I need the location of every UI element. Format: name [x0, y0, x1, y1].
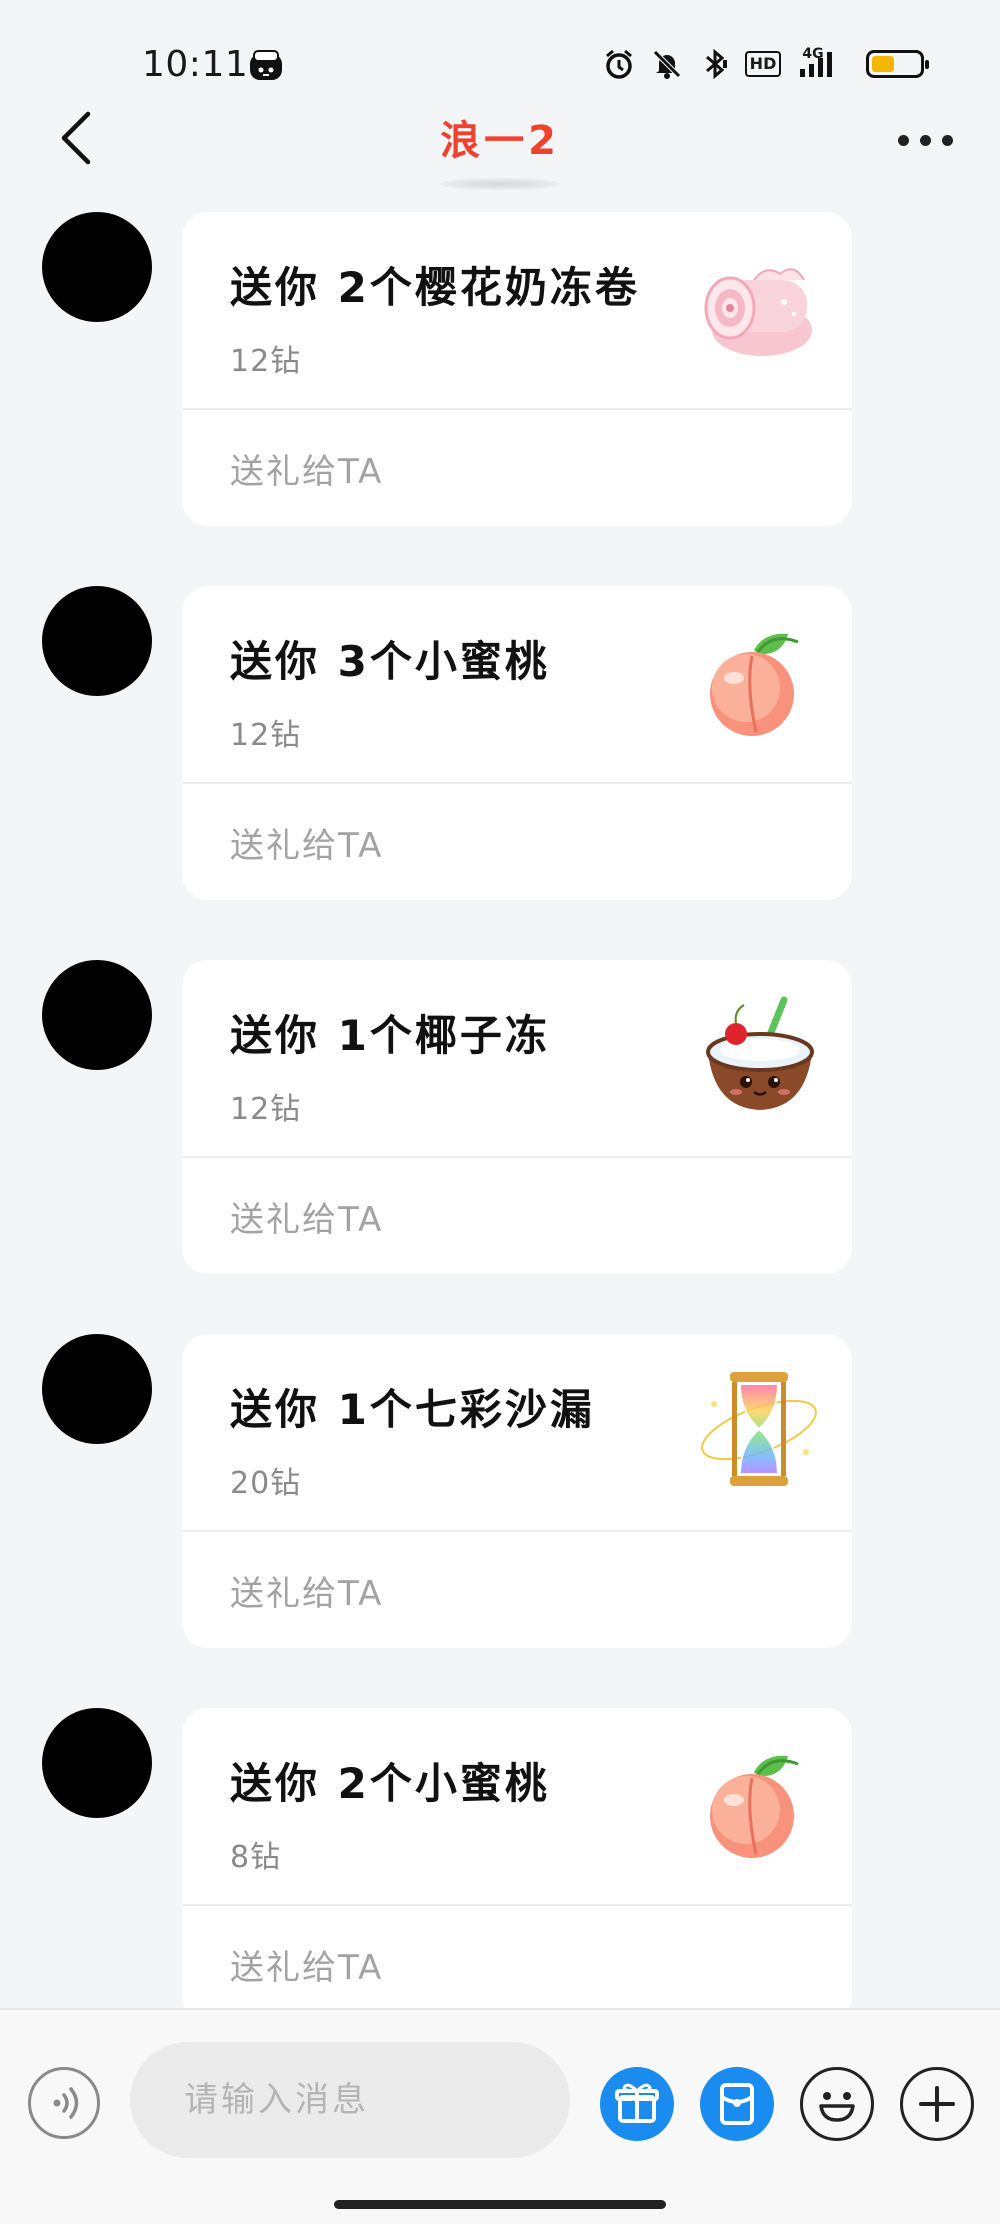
send-gift-button[interactable]: 送礼给TA	[182, 410, 852, 526]
app-notification-icon	[248, 48, 284, 84]
gift-title: 送你 1个七彩沙漏	[230, 1385, 595, 1434]
mute-bell-icon	[650, 48, 684, 80]
peach-icon	[694, 1738, 824, 1868]
alarm-icon	[602, 48, 636, 80]
red-packet-button[interactable]	[700, 2067, 774, 2141]
voice-button[interactable]	[28, 2067, 100, 2139]
gift-card[interactable]: 送你 1个七彩沙漏 20钻 送礼给TA	[182, 1334, 852, 1648]
gift-price: 20钻	[230, 1466, 302, 1501]
rainbow-hourglass-icon	[694, 1364, 824, 1494]
send-gift-button[interactable]: 送礼给TA	[182, 1906, 852, 2022]
gift-title: 送你 3个小蜜桃	[230, 637, 550, 686]
input-bar	[0, 2008, 1000, 2224]
message-input[interactable]	[130, 2042, 570, 2158]
status-icons: HD 4G	[602, 46, 930, 80]
gift-title: 送你 2个樱花奶冻卷	[230, 263, 640, 312]
avatar[interactable]	[42, 1708, 152, 1818]
voice-icon	[53, 2087, 79, 2119]
page-title: 浪一2	[440, 118, 560, 164]
gift-card[interactable]: 送你 3个小蜜桃 12钻 送礼给TA	[182, 586, 852, 900]
avatar[interactable]	[42, 586, 152, 696]
status-time: 10:11	[142, 44, 249, 85]
more-button[interactable]	[890, 120, 960, 160]
gift-price: 8钻	[230, 1840, 282, 1875]
more-actions-button[interactable]	[900, 2067, 974, 2141]
emoji-button[interactable]	[800, 2067, 874, 2141]
gift-price: 12钻	[230, 718, 302, 753]
send-gift-button[interactable]: 送礼给TA	[182, 1532, 852, 1648]
gift-button[interactable]	[600, 2067, 674, 2141]
bluetooth-icon	[698, 48, 732, 80]
gift-card[interactable]: 送你 1个椰子冻 12钻 送礼给TA	[182, 960, 852, 1274]
send-gift-label: 送礼给TA	[230, 1948, 384, 1988]
send-gift-label: 送礼给TA	[230, 1200, 384, 1240]
plus-icon	[919, 2086, 955, 2122]
hd-icon: HD	[744, 48, 782, 80]
avatar[interactable]	[42, 1334, 152, 1444]
avatar[interactable]	[42, 960, 152, 1070]
gift-title: 送你 1个椰子冻	[230, 1011, 550, 1060]
send-gift-label: 送礼给TA	[230, 1574, 384, 1614]
gift-card[interactable]: 送你 2个小蜜桃 8钻 送礼给TA	[182, 1708, 852, 2022]
gift-price: 12钻	[230, 1092, 302, 1127]
more-dots-icon	[897, 134, 909, 146]
send-gift-button[interactable]: 送礼给TA	[182, 784, 852, 900]
nav-bar: 浪一2	[0, 90, 1000, 190]
avatar[interactable]	[42, 212, 152, 322]
emoji-icon	[819, 2092, 855, 2122]
send-gift-button[interactable]: 送礼给TA	[182, 1158, 852, 1274]
gift-icon	[615, 2083, 659, 2123]
scroll-shadow	[440, 178, 560, 190]
battery-icon	[860, 48, 930, 80]
red-packet-icon	[720, 2083, 754, 2125]
peach-icon	[694, 616, 824, 746]
gift-card[interactable]: 送你 2个樱花奶冻卷 12钻 送礼给TA	[182, 212, 852, 526]
gift-price: 12钻	[230, 344, 302, 379]
home-indicator[interactable]	[334, 2200, 666, 2209]
send-gift-label: 送礼给TA	[230, 452, 384, 492]
gift-title: 送你 2个小蜜桃	[230, 1759, 550, 1808]
coconut-jelly-icon	[694, 990, 824, 1120]
signal-icon: 4G	[794, 46, 846, 80]
sakura-roll-cake-icon	[694, 242, 824, 372]
send-gift-label: 送礼给TA	[230, 826, 384, 866]
